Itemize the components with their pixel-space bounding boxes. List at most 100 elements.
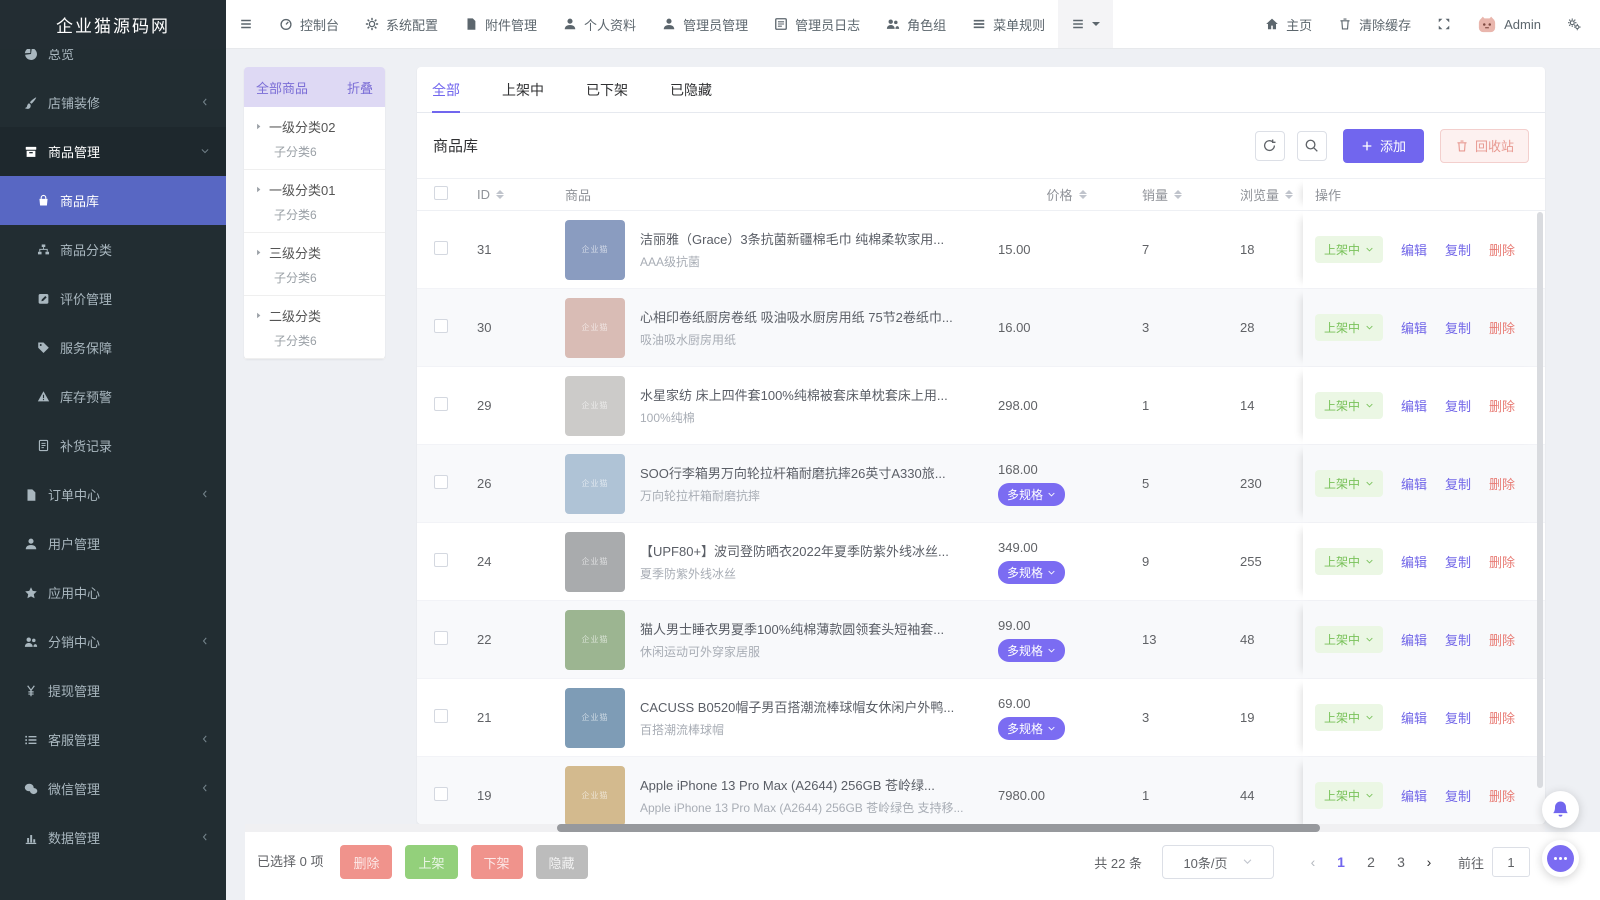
status-dropdown[interactable]: 上架中: [1315, 470, 1383, 497]
recycle-bin-button[interactable]: 回收站: [1440, 129, 1529, 163]
row-checkbox[interactable]: [434, 475, 448, 489]
multi-spec-badge[interactable]: 多规格: [998, 561, 1065, 584]
status-dropdown[interactable]: 上架中: [1315, 236, 1383, 263]
delete-link[interactable]: 删除: [1489, 786, 1515, 805]
multi-spec-badge[interactable]: 多规格: [998, 717, 1065, 740]
copy-link[interactable]: 复制: [1445, 786, 1471, 805]
prev-page-button[interactable]: ‹: [1300, 854, 1326, 870]
nav-item[interactable]: 系统配置: [352, 0, 451, 48]
sidebar-subitem-doc[interactable]: 补货记录: [0, 421, 226, 470]
batch-button-plain[interactable]: 隐藏: [536, 845, 588, 879]
nav-item[interactable]: 个人资料: [550, 0, 649, 48]
sort-icon[interactable]: [1079, 190, 1087, 199]
edit-link[interactable]: 编辑: [1401, 786, 1427, 805]
nav-item-trash[interactable]: 清除缓存: [1325, 0, 1424, 48]
vertical-scrollbar[interactable]: [1537, 212, 1543, 788]
sort-icon[interactable]: [1174, 190, 1182, 199]
nav-item-home[interactable]: 主页: [1252, 0, 1325, 48]
copy-link[interactable]: 复制: [1445, 552, 1471, 571]
nav-item[interactable]: 管理员管理: [649, 0, 761, 48]
delete-link[interactable]: 删除: [1489, 708, 1515, 727]
collapse-link[interactable]: 折叠: [347, 78, 373, 97]
sidebar-toggle-button[interactable]: [226, 0, 266, 48]
sidebar-item-user[interactable]: 用户管理: [0, 519, 226, 568]
more-menu-dropdown[interactable]: [1058, 0, 1113, 48]
refresh-button[interactable]: [1255, 131, 1285, 161]
sidebar-item-chart[interactable]: 数据管理: [0, 813, 226, 862]
row-checkbox[interactable]: [434, 631, 448, 645]
search-button[interactable]: [1297, 131, 1327, 161]
copy-link[interactable]: 复制: [1445, 474, 1471, 493]
status-dropdown[interactable]: 上架中: [1315, 548, 1383, 575]
add-button[interactable]: 添加: [1343, 129, 1424, 163]
sidebar-subitem-bag[interactable]: 商品库: [0, 176, 226, 225]
delete-link[interactable]: 删除: [1489, 474, 1515, 493]
nav-item-gears[interactable]: [1554, 0, 1594, 48]
sidebar-subitem-warning[interactable]: 库存预警: [0, 372, 226, 421]
batch-button-danger[interactable]: 下架: [471, 845, 523, 879]
edit-link[interactable]: 编辑: [1401, 552, 1427, 571]
copy-link[interactable]: 复制: [1445, 240, 1471, 259]
user-menu[interactable]: Admin: [1464, 0, 1554, 48]
delete-link[interactable]: 删除: [1489, 552, 1515, 571]
delete-link[interactable]: 删除: [1489, 318, 1515, 337]
row-checkbox[interactable]: [434, 787, 448, 801]
row-checkbox[interactable]: [434, 319, 448, 333]
sidebar-item-pie[interactable]: 总览: [0, 49, 226, 78]
sidebar-item-wechat[interactable]: 微信管理: [0, 764, 226, 813]
sidebar-subitem-sitemap[interactable]: 商品分类: [0, 225, 226, 274]
edit-link[interactable]: 编辑: [1401, 708, 1427, 727]
sidebar-item-list[interactable]: 客服管理: [0, 715, 226, 764]
tab-item[interactable]: 已隐藏: [670, 67, 712, 112]
tab-item[interactable]: 已下架: [586, 67, 628, 112]
multi-spec-badge[interactable]: 多规格: [998, 639, 1065, 662]
tab-item[interactable]: 上架中: [502, 67, 544, 112]
delete-link[interactable]: 删除: [1489, 630, 1515, 649]
status-dropdown[interactable]: 上架中: [1315, 782, 1383, 809]
copy-link[interactable]: 复制: [1445, 318, 1471, 337]
page-number[interactable]: 2: [1356, 854, 1386, 870]
edit-link[interactable]: 编辑: [1401, 630, 1427, 649]
sidebar-item-brush[interactable]: 店铺装修: [0, 78, 226, 127]
sidebar-item-order[interactable]: 订单中心: [0, 470, 226, 519]
nav-item[interactable]: 附件管理: [451, 0, 550, 48]
goto-page-input[interactable]: [1492, 847, 1530, 877]
next-page-button[interactable]: ›: [1416, 854, 1442, 870]
edit-link[interactable]: 编辑: [1401, 240, 1427, 259]
delete-link[interactable]: 删除: [1489, 396, 1515, 415]
chat-button[interactable]: [1542, 840, 1579, 877]
batch-button-danger[interactable]: 删除: [340, 845, 392, 879]
delete-link[interactable]: 删除: [1489, 240, 1515, 259]
nav-item[interactable]: 角色组: [873, 0, 959, 48]
edit-link[interactable]: 编辑: [1401, 474, 1427, 493]
edit-link[interactable]: 编辑: [1401, 318, 1427, 337]
category-item[interactable]: 一级分类01 子分类6: [244, 170, 385, 233]
page-size-select[interactable]: 10条/页: [1162, 845, 1274, 879]
category-item[interactable]: 二级分类 子分类6: [244, 296, 385, 359]
horizontal-scrollbar-thumb[interactable]: [557, 824, 1320, 832]
nav-item[interactable]: 菜单规则: [959, 0, 1058, 48]
batch-button-success[interactable]: 上架: [405, 845, 457, 879]
page-number[interactable]: 3: [1386, 854, 1416, 870]
all-products-link[interactable]: 全部商品: [256, 78, 308, 97]
sidebar-subitem-tag[interactable]: 服务保障: [0, 323, 226, 372]
row-checkbox[interactable]: [434, 241, 448, 255]
page-number[interactable]: 1: [1326, 854, 1356, 870]
status-dropdown[interactable]: 上架中: [1315, 314, 1383, 341]
nav-item[interactable]: 管理员日志: [761, 0, 873, 48]
select-all-checkbox[interactable]: [434, 186, 448, 200]
edit-link[interactable]: 编辑: [1401, 396, 1427, 415]
category-item[interactable]: 三级分类 子分类6: [244, 233, 385, 296]
sidebar-item-users[interactable]: 分销中心: [0, 617, 226, 666]
tab-active[interactable]: 全部: [432, 67, 460, 112]
category-item[interactable]: 一级分类02 子分类6: [244, 107, 385, 170]
sidebar-item-box[interactable]: 商品管理: [0, 127, 226, 176]
nav-item-expand[interactable]: [1424, 0, 1464, 48]
copy-link[interactable]: 复制: [1445, 396, 1471, 415]
status-dropdown[interactable]: 上架中: [1315, 704, 1383, 731]
status-dropdown[interactable]: 上架中: [1315, 392, 1383, 419]
row-checkbox[interactable]: [434, 553, 448, 567]
sort-icon[interactable]: [1285, 190, 1293, 199]
sidebar-item-star[interactable]: 应用中心: [0, 568, 226, 617]
row-checkbox[interactable]: [434, 709, 448, 723]
